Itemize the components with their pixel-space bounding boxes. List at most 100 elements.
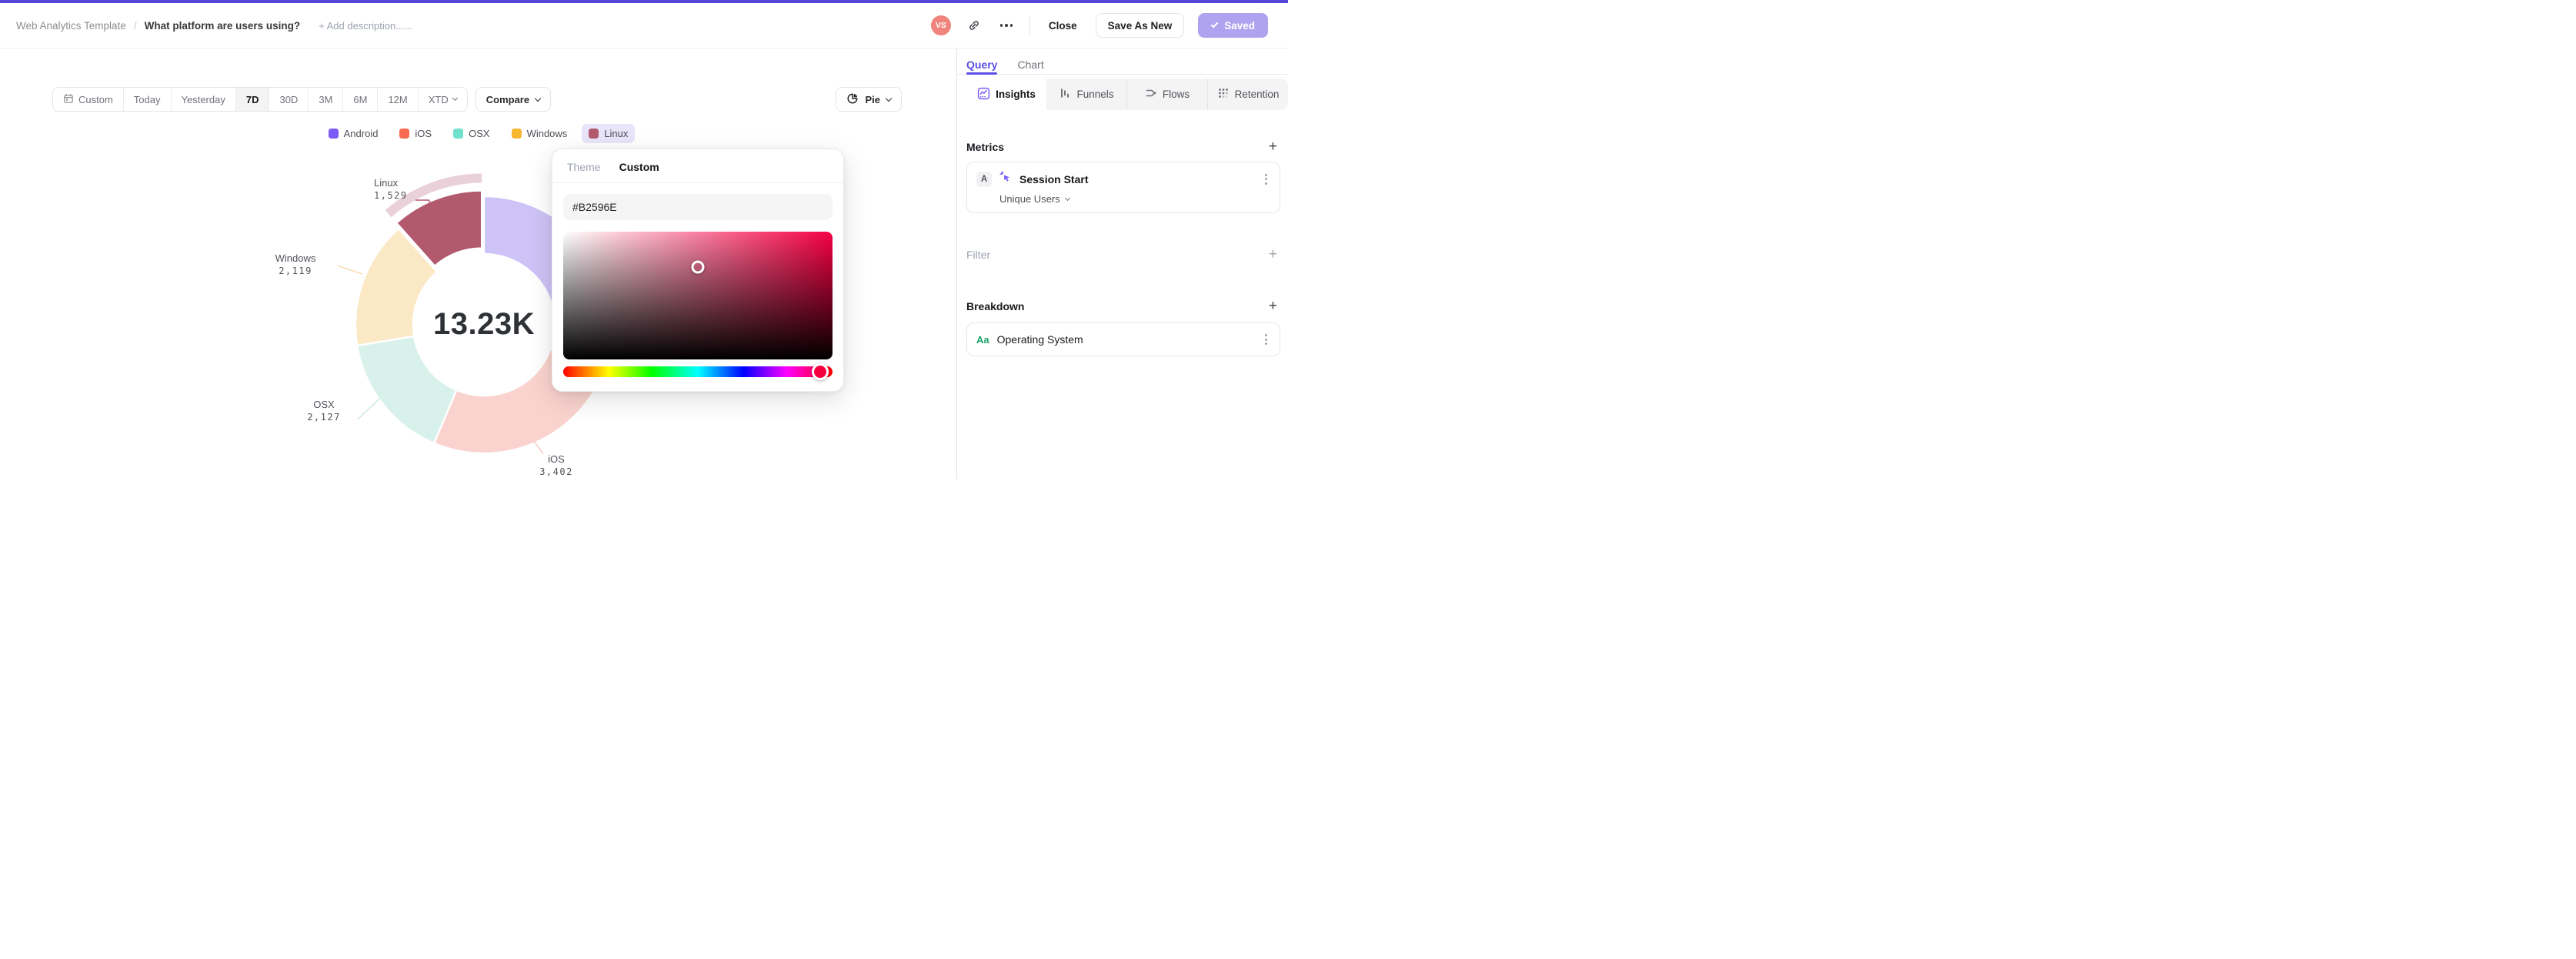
breakdown-name: Operating System	[996, 333, 1083, 346]
insight-type-switcher: Insights Funnels Flows Retention	[966, 79, 1288, 110]
range-label: Custom	[78, 93, 113, 105]
breadcrumb-separator: /	[133, 19, 137, 32]
sidebar-tabs: Query Chart	[957, 48, 1288, 75]
legend-label: Linux	[604, 128, 629, 139]
saturation-cursor[interactable]	[691, 260, 705, 274]
insights-icon	[977, 87, 990, 102]
hue-slider[interactable]	[563, 363, 833, 380]
legend-swatch	[399, 129, 410, 139]
donut-total-value: 13.23K	[433, 307, 535, 341]
donut-slice-osx[interactable]	[355, 335, 458, 445]
slice-label-windows: Windows 2,119	[275, 252, 316, 276]
hue-slider-handle[interactable]	[812, 363, 829, 380]
view-mode-flows[interactable]: Flows	[1126, 79, 1207, 110]
range-custom[interactable]: Custom	[53, 88, 124, 111]
aggregation-label: Unique Users	[999, 193, 1060, 205]
hex-color-input[interactable]	[563, 194, 833, 220]
date-range-control: Custom Today Yesterday 7D 30D 3M 6M 12M …	[52, 87, 468, 112]
avatar[interactable]: VS	[930, 15, 951, 35]
header-actions: VS Close Save As New Saved	[930, 13, 1268, 38]
tab-theme[interactable]: Theme	[567, 161, 601, 173]
funnels-icon	[1059, 87, 1071, 102]
saved-label: Saved	[1224, 19, 1255, 32]
series-badge: A	[976, 171, 992, 187]
legend-label: Android	[343, 128, 379, 139]
aggregation-select[interactable]: Unique Users	[999, 193, 1270, 205]
range-12m[interactable]: 12M	[378, 88, 419, 111]
saved-button[interactable]: Saved	[1198, 13, 1268, 38]
compare-label: Compare	[486, 93, 530, 105]
chevron-down-icon	[885, 95, 893, 102]
legend-swatch	[589, 129, 599, 139]
range-3m[interactable]: 3M	[309, 88, 344, 111]
flows-icon	[1145, 87, 1157, 102]
legend-label: OSX	[469, 128, 490, 139]
range-xtd[interactable]: XTD	[419, 88, 467, 111]
range-30d[interactable]: 30D	[269, 88, 309, 111]
legend-swatch	[511, 129, 522, 139]
header-divider	[1029, 16, 1030, 35]
color-picker-popup: Theme Custom	[552, 149, 844, 392]
legend-item-windows[interactable]: Windows	[505, 124, 575, 143]
view-mode-label: Funnels	[1076, 89, 1114, 100]
legend-item-osx[interactable]: OSX	[446, 124, 496, 143]
breadcrumb: Web Analytics Template / What platform a…	[16, 20, 412, 32]
add-breakdown-button[interactable]: +	[1266, 299, 1280, 313]
chart-area: Custom Today Yesterday 7D 30D 3M 6M 12M …	[0, 48, 956, 479]
close-button[interactable]: Close	[1044, 13, 1082, 38]
metric-card-session-start[interactable]: A Session Start Unique Users	[966, 162, 1280, 213]
tab-query[interactable]: Query	[966, 58, 998, 75]
legend-item-android[interactable]: Android	[322, 124, 385, 143]
legend-item-ios[interactable]: iOS	[392, 124, 439, 143]
range-7d[interactable]: 7D	[235, 88, 270, 111]
legend-label: Windows	[526, 128, 568, 139]
metric-kebab-menu[interactable]	[1262, 171, 1270, 188]
leader-line-osx	[357, 398, 380, 420]
view-mode-label: Retention	[1234, 89, 1280, 100]
add-metric-button[interactable]: +	[1266, 139, 1280, 154]
legend-swatch	[328, 129, 339, 139]
date-toolbar: Custom Today Yesterday 7D 30D 3M 6M 12M …	[52, 87, 552, 112]
save-as-new-button[interactable]: Save As New	[1095, 13, 1185, 38]
range-yesterday[interactable]: Yesterday	[172, 88, 236, 111]
compare-button[interactable]: Compare	[475, 87, 552, 112]
chart-type-label: Pie	[865, 93, 880, 105]
legend-item-linux[interactable]: Linux	[582, 124, 636, 143]
view-mode-insights[interactable]: Insights	[966, 79, 1046, 110]
range-6m[interactable]: 6M	[343, 88, 379, 111]
range-today[interactable]: Today	[124, 88, 172, 111]
share-link-icon[interactable]	[965, 16, 983, 35]
view-mode-funnels[interactable]: Funnels	[1046, 79, 1126, 110]
sparkle-cursor-icon	[999, 170, 1013, 188]
check-icon	[1210, 20, 1219, 28]
legend-swatch	[453, 129, 464, 139]
breakdown-kebab-menu[interactable]	[1262, 331, 1270, 348]
leader-line-windows	[336, 265, 363, 275]
chevron-down-icon	[1064, 195, 1070, 201]
tab-custom[interactable]: Custom	[619, 161, 659, 173]
more-options-icon[interactable]	[997, 16, 1016, 35]
range-label: XTD	[428, 93, 449, 105]
view-mode-retention[interactable]: Retention	[1207, 79, 1288, 110]
page-title[interactable]: What platform are users using?	[145, 20, 301, 32]
chart-type-select[interactable]: Pie	[836, 87, 902, 112]
chevron-down-icon	[452, 95, 458, 102]
breakdown-header: Breakdown	[966, 299, 1025, 312]
breadcrumb-root[interactable]: Web Analytics Template	[16, 20, 126, 32]
color-picker-tabs: Theme Custom	[552, 149, 843, 183]
filter-header: Filter	[966, 248, 991, 261]
breakdown-card-operating-system[interactable]: Aa Operating System	[966, 322, 1280, 356]
metrics-header: Metrics	[966, 140, 1005, 153]
slice-label-osx: OSX 2,127	[307, 399, 341, 423]
calendar-icon	[63, 93, 74, 106]
header: Web Analytics Template / What platform a…	[0, 3, 1288, 48]
slice-label-linux: Linux 1,529	[374, 177, 408, 201]
tab-chart[interactable]: Chart	[1017, 58, 1043, 74]
saturation-gradient[interactable]	[563, 232, 833, 359]
add-filter-button[interactable]: +	[1266, 247, 1280, 262]
slice-label-ios: iOS 3,402	[539, 453, 573, 477]
add-description-button[interactable]: + Add description......	[319, 20, 412, 32]
chevron-down-icon	[534, 95, 542, 102]
string-type-badge: Aa	[976, 333, 989, 346]
chart-legend: Android iOS OSX Windows Linux	[0, 124, 956, 143]
